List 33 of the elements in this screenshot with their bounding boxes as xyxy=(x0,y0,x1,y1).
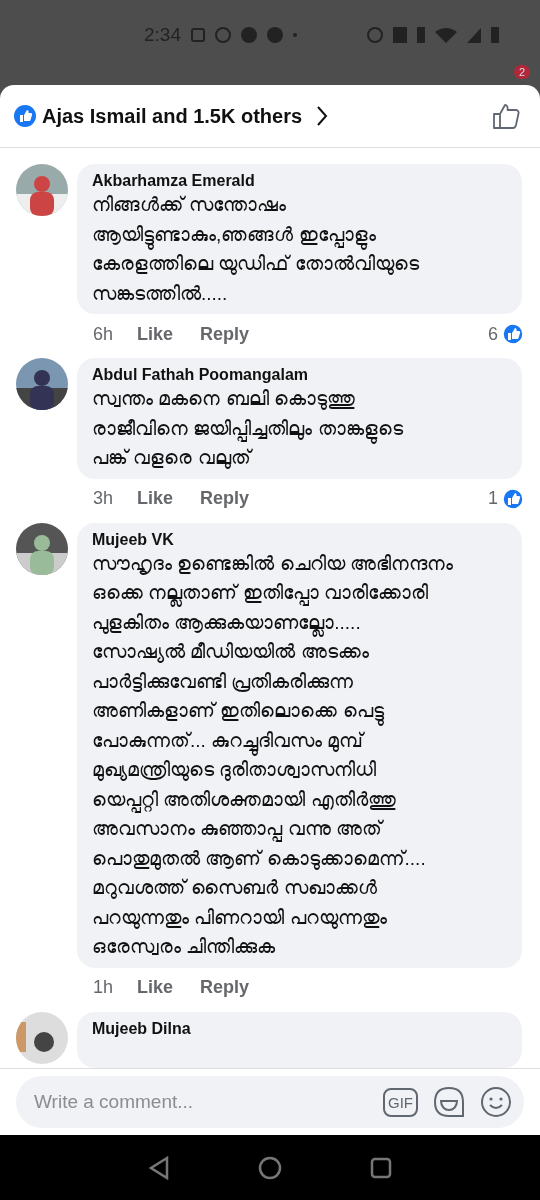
recents-icon[interactable] xyxy=(370,1156,392,1179)
emoji-icon[interactable] xyxy=(480,1086,512,1118)
comment-input-field[interactable]: Write a comment... GIF xyxy=(16,1076,524,1128)
reactions-summary-link[interactable]: Ajas Ismail and 1.5K others xyxy=(42,104,303,128)
reaction-count: 6 xyxy=(488,323,498,345)
comment-time: 3h xyxy=(93,488,114,509)
back-icon[interactable] xyxy=(148,1155,170,1180)
like-link[interactable]: Like xyxy=(137,488,174,509)
home-icon[interactable] xyxy=(258,1155,282,1180)
comment-author[interactable]: Akbarhamza Emerald xyxy=(92,172,508,190)
like-link[interactable]: Like xyxy=(137,977,174,998)
comment-text: നിങ്ങൾക്ക് സന്തോഷം ആയിട്ടുണ്ടാകും,ഞങ്ങൾ ഇപ്പോളും കേരളത്തിലെ യുഡിഫ് തോൽവിയുടെ സങ്കടത്തിൽ..... xyxy=(92,193,420,306)
reply-link[interactable]: Reply xyxy=(200,323,250,345)
gif-button[interactable]: GIF xyxy=(383,1087,418,1117)
chevron-right-icon[interactable] xyxy=(316,105,329,127)
comment-time: 1h xyxy=(93,977,114,998)
reply-link[interactable]: Reply xyxy=(200,488,250,509)
like-reaction-icon[interactable] xyxy=(502,323,524,345)
comment-text: സ്വന്തം മകനെ ബലി കൊടുത്തു രാജീവിനെ ജയിപ്പിച്ചതിലും താങ്കളുടെ പങ്ക് വളരെ വലുത് xyxy=(92,387,404,471)
notification-badge: 2 xyxy=(513,65,530,79)
sticker-icon[interactable] xyxy=(432,1085,466,1119)
comment-text: സൗഹൃദം ഉണ്ടെങ്കിൽ ചെറിയ അഭിനന്ദനം ഒക്കെ നല്ലതാണ് ഇതിപ്പോ വാരിക്കോരി പുളകിതം ആക്കുകയാണല്ലോ..... സോഷ്യൽ മീഡിയയിൽ അടക്കം പാർട്ടിക്കുവേണ്ടി പ്രതികരിക്കുന്ന അണികളാണ് ഇതിലൊക്കെ പെട്ടു പോകുന്നത്... കുറച്ചുദിവസം മുമ്പ് മുഖ്യമന്ത്രിയുടെ ദുരിതാശ്വാസനിധി യെപ്പറ്റി അതിശക്തമായി എതിർത്തു അവസാനം കുഞ്ഞാപ്പ വന്നു അത് പൊതുമുതൽ ആണ് കൊടുക്കാമെന്ന്.... മറുവശത്ത് സൈബർ സഖാക്കൾ പറയുന്നതും പിണറായി പറയുന്നതും ഒരേസ്വരം ചിന്തിക്കുക xyxy=(92,551,454,959)
comment-author[interactable]: Mujeeb VK xyxy=(92,530,508,549)
like-link[interactable]: Like xyxy=(137,323,174,345)
reaction-count: 1 xyxy=(488,488,498,509)
comment-author[interactable]: Abdul Fathah Poomangalam xyxy=(92,366,508,384)
reply-link[interactable]: Reply xyxy=(200,977,250,998)
dot-icon xyxy=(293,33,297,37)
comment-author[interactable]: Mujeeb Dilna xyxy=(92,1019,508,1038)
like-button-icon[interactable] xyxy=(492,102,520,130)
like-reaction-icon[interactable] xyxy=(502,487,524,510)
like-reaction-icon xyxy=(14,105,36,127)
comment-time: 6h xyxy=(93,323,114,345)
